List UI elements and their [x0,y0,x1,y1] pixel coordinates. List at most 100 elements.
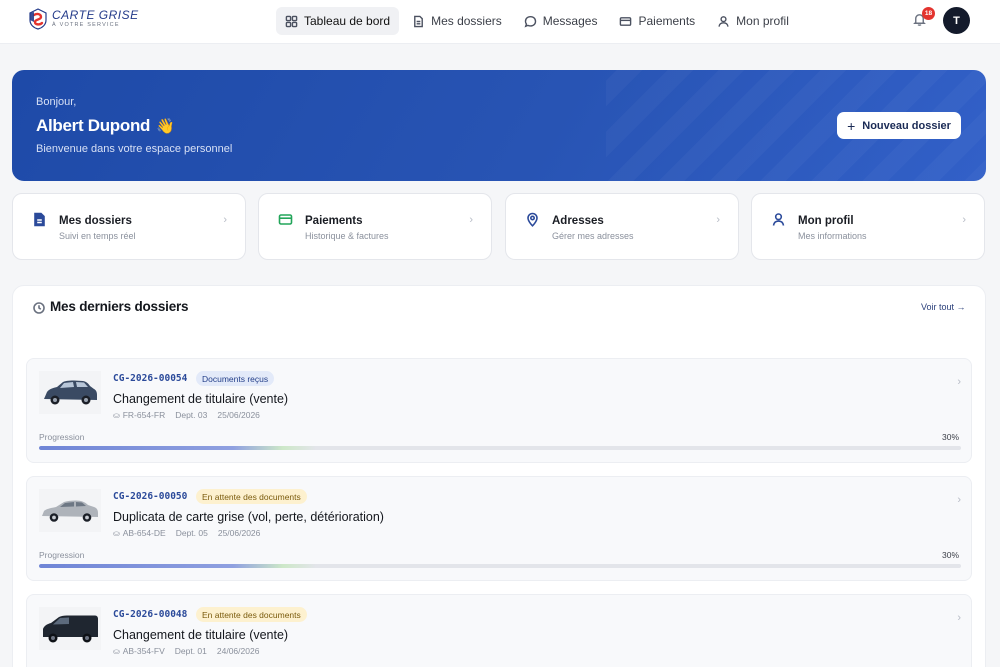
quick-card-title: Adresses [552,215,604,227]
chevron-right-icon: › [962,214,966,226]
user-name-text: Albert Dupond [36,116,151,135]
notifications-button[interactable]: 18 [912,7,935,30]
new-dossier-button[interactable]: + Nouveau dossier [837,112,961,139]
quick-card-subtitle: Mes informations [798,231,867,241]
clock-icon [33,301,45,314]
nav-paiements[interactable]: Paiements [610,7,704,35]
nav-label: Tableau de bord [304,14,391,28]
dossier-date: 25/06/2026 [217,410,260,420]
greeting-text: Bonjour, [36,96,77,108]
logo-mark-icon [28,8,48,30]
recent-dossiers-section: Mes derniers dossiers Voir tout → CG-202… [12,285,986,667]
dossier-title: Duplicata de carte grise (vol, perte, dé… [113,510,384,524]
nav-label: Messages [542,14,598,28]
progress-label: Progression [39,550,85,560]
progress-value: 30% [941,432,959,442]
file-icon [414,15,423,27]
user-icon [718,15,729,27]
quick-card-paiements[interactable]: Paiements Historique & factures › [258,193,492,260]
status-badge: Documents reçus [196,371,275,386]
wave-hand-icon: 👋 [156,118,175,135]
dossier-reference: CG-2026-00050 [113,491,188,502]
dossier-title: Changement de titulaire (vente) [113,628,289,642]
progress-value: 30% [941,550,959,560]
dossier-row[interactable]: CG-2026-00050 En attente des documents D… [26,476,972,581]
van-icon [39,607,101,650]
dossier-meta: ⛀ AB-654-DE Dept. 05 25/06/2026 [113,528,260,538]
card-icon [278,212,293,227]
plate-number: AB-354-FV [122,646,165,656]
car-icon: ⛀ [113,647,120,656]
dossier-reference: CG-2026-00048 [113,609,188,620]
plate-number: FR-654-FR [122,410,166,420]
user-name: Albert Dupond 👋 [36,116,175,136]
chevron-right-icon: › [957,612,961,624]
section-title: Mes derniers dossiers [50,299,189,314]
main-nav: Tableau de bord Mes dossiers Messages Pa… [276,7,798,35]
quick-card-subtitle: Historique & factures [305,231,389,241]
see-all-link[interactable]: Voir tout → [921,302,966,312]
pin-icon [525,212,540,227]
progress-label: Progression [39,432,85,442]
new-dossier-label: Nouveau dossier [862,119,951,132]
progress-bar [39,564,961,568]
welcome-text: Bienvenue dans votre espace personnel [36,143,233,155]
welcome-banner: Bonjour, Albert Dupond 👋 Bienvenue dans v… [12,70,986,181]
nav-messages[interactable]: Messages [515,7,607,35]
dept-number: Dept. 03 [175,410,208,420]
chevron-right-icon: › [223,214,227,226]
notification-count-badge: 18 [922,7,935,20]
status-badge: En attente des documents [196,607,307,622]
dossier-date: 25/06/2026 [217,528,261,538]
quick-card-title: Mes dossiers [59,215,132,227]
user-avatar[interactable]: T [943,7,970,34]
plus-icon: + [847,117,856,134]
plate-info: ⛀ FR-654-FR [113,410,165,420]
suv-icon [39,371,101,414]
chevron-right-icon: › [957,376,961,388]
quick-card-title: Paiements [305,215,363,227]
progress-fill [39,564,316,568]
quick-card-mes-dossiers[interactable]: Mes dossiers Suivi en temps réel › [12,193,246,260]
plate-number: AB-654-DE [122,528,166,538]
car-icon: ⛀ [113,529,120,538]
brand-subtitle: À VOTRE SERVICE [52,22,120,29]
plate-info: ⛀ AB-354-FV [113,646,165,656]
card-icon [620,16,632,26]
dossier-meta: ⛀ AB-354-FV Dept. 01 24/06/2026 [113,646,259,656]
progress-bar [39,446,961,450]
nav-label: Paiements [638,14,696,28]
brand-logo[interactable]: CARTE GRISE À VOTRE SERVICE [28,8,139,30]
top-navbar: CARTE GRISE À VOTRE SERVICE Tableau de b… [0,0,1000,44]
dossier-row[interactable]: CG-2026-00048 En attente des documents C… [26,594,972,667]
nav-mon-profil[interactable]: Mon profil [708,7,798,35]
quick-card-subtitle: Suivi en temps réel [59,231,136,241]
chat-icon [524,15,536,28]
chevron-right-icon: › [957,494,961,506]
dossier-meta: ⛀ FR-654-FR Dept. 03 25/06/2026 [113,410,260,420]
dossier-reference: CG-2026-00054 [113,373,188,384]
nav-label: Mon profil [736,14,789,28]
nav-label: Mes dossiers [431,14,502,28]
dept-number: Dept. 05 [175,528,208,538]
file-icon [32,212,47,227]
dossier-row[interactable]: CG-2026-00054 Documents reçus Changement… [26,358,972,463]
dossier-date: 24/06/2026 [216,646,260,656]
brand-title: CARTE GRISE [52,8,139,23]
dossier-title: Changement de titulaire (vente) [113,392,289,406]
quick-card-adresses[interactable]: Adresses Gérer mes adresses › [505,193,739,260]
chevron-right-icon: › [469,214,473,226]
nav-mes-dossiers[interactable]: Mes dossiers [403,7,511,35]
sedan-icon [39,489,101,532]
progress-fill [39,446,316,450]
user-icon [771,212,786,227]
quick-card-title: Mon profil [798,215,854,227]
nav-tableau-de-bord[interactable]: Tableau de bord [276,7,400,35]
quick-card-subtitle: Gérer mes adresses [552,231,634,241]
status-badge: En attente des documents [196,489,307,504]
car-icon: ⛀ [113,411,120,420]
chevron-right-icon: › [716,214,720,226]
dept-number: Dept. 01 [174,646,207,656]
quick-card-mon-profil[interactable]: Mon profil Mes informations › [751,193,985,260]
plate-info: ⛀ AB-654-DE [113,528,166,538]
